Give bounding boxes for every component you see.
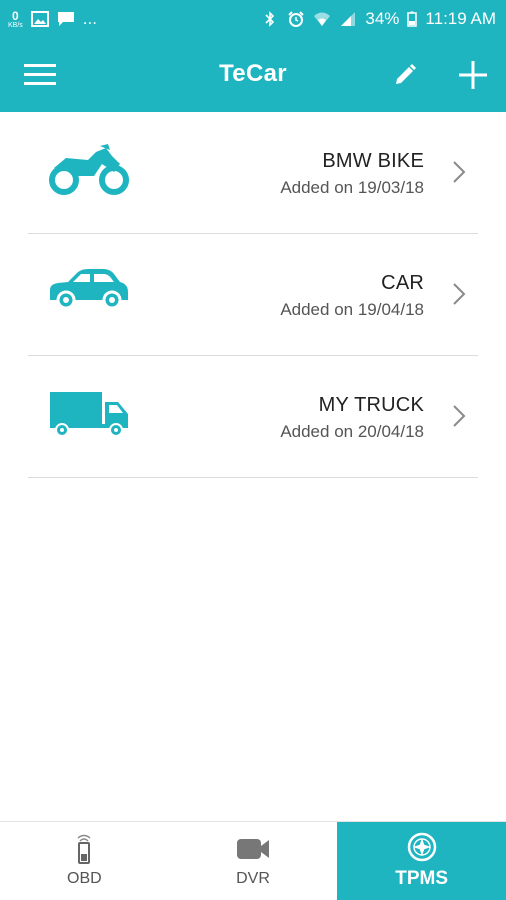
vehicle-name: MY TRUCK [318, 394, 424, 416]
chevron-right-icon [453, 405, 466, 427]
obd-device-icon [77, 834, 91, 864]
tab-obd[interactable]: OBD [0, 822, 169, 900]
network-speed-value: 0 [12, 8, 19, 23]
tab-tpms-label: TPMS [395, 868, 449, 889]
truck-icon [50, 392, 128, 437]
app-title: TeCar [219, 60, 287, 87]
bottom-nav: OBD DVR TPMS [0, 821, 506, 900]
gallery-icon [30, 11, 49, 27]
vehicle-added-date: Added on 20/04/18 [280, 422, 424, 441]
battery-icon [407, 11, 418, 27]
battery-percent: 34% [365, 9, 400, 28]
message-icon [57, 12, 74, 26]
tab-tpms[interactable]: TPMS [337, 822, 506, 900]
pencil-icon[interactable] [392, 62, 418, 88]
wifi-icon [314, 12, 331, 26]
status-bar: 0 KB/s ... 34% 11:19 AM [0, 0, 506, 38]
vehicle-name: CAR [381, 272, 424, 294]
video-camera-icon [237, 839, 269, 859]
car-icon [50, 269, 128, 310]
status-right: 34% 11:19 AM [261, 9, 496, 29]
vehicle-added-date: Added on 19/03/18 [280, 178, 424, 197]
tab-obd-label: OBD [67, 870, 102, 887]
tab-dvr-label: DVR [236, 870, 270, 887]
status-left: 0 KB/s ... [8, 9, 97, 29]
plus-icon[interactable] [456, 58, 490, 92]
clock: 11:19 AM [425, 9, 496, 28]
vehicle-item[interactable]: CAR Added on 19/04/18 [28, 234, 478, 356]
vehicle-added-date: Added on 19/04/18 [280, 300, 424, 319]
network-speed-unit: KB/s [8, 21, 23, 29]
bluetooth-icon [265, 11, 275, 27]
chevron-right-icon [453, 283, 466, 305]
chevron-right-icon [453, 161, 466, 183]
vehicle-list: BMW BIKE Added on 19/03/18 CAR Added on … [28, 112, 478, 478]
vehicle-item[interactable]: BMW BIKE Added on 19/03/18 [28, 112, 478, 234]
app-bar: TeCar [0, 38, 506, 112]
tire-compass-icon [407, 832, 436, 862]
motorcycle-icon [49, 144, 129, 195]
more-notifications: ... [82, 9, 97, 28]
tab-dvr[interactable]: DVR [169, 822, 338, 900]
vehicle-item[interactable]: MY TRUCK Added on 20/04/18 [28, 356, 478, 478]
vehicle-name: BMW BIKE [322, 150, 424, 172]
network-speed: 0 KB/s [8, 10, 23, 29]
signal-icon [341, 12, 356, 26]
alarm-icon [288, 11, 305, 27]
